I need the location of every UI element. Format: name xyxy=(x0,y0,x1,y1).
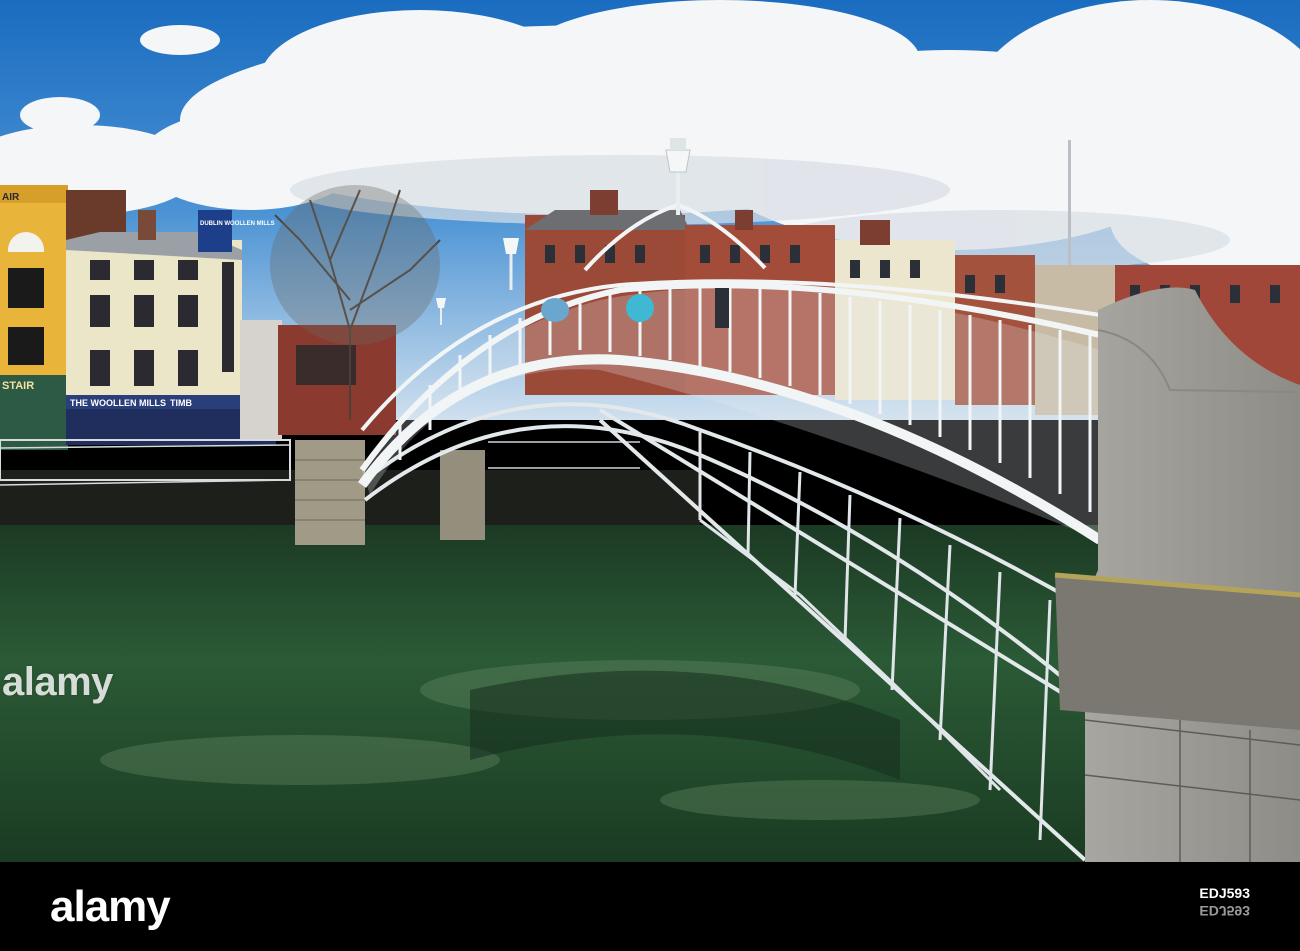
photo-stage: STAIR AIR THE WOOLLEN MILLS TIMB DUBLIN … xyxy=(0,0,1300,951)
spire xyxy=(1068,140,1071,280)
stock-footer: alamy EDJ593 EDJ593 xyxy=(0,862,1300,951)
woollen-mills-fascia: THE WOOLLEN MILLS xyxy=(70,398,166,408)
grey-building xyxy=(240,320,282,440)
footer-image-id: EDJ593 EDJ593 xyxy=(1199,884,1250,920)
hapenny-bridge-photo: STAIR AIR THE WOOLLEN MILLS TIMB DUBLIN … xyxy=(0,0,1300,862)
image-id-mirror: EDJ593 xyxy=(1199,903,1250,919)
shop-top-sign: AIR xyxy=(2,192,20,203)
watermark-mid: alamy xyxy=(2,660,113,704)
rooftop-sign: DUBLIN WOOLLEN MILLS xyxy=(200,221,275,227)
quay-railing-mid xyxy=(488,441,640,469)
yellow-building: STAIR AIR xyxy=(0,185,68,450)
tree-crown xyxy=(270,185,440,345)
image-id: EDJ593 xyxy=(1199,885,1250,901)
woollen-mills-fascia-2: TIMB xyxy=(170,398,192,408)
shop-sign: STAIR xyxy=(2,380,34,392)
footer-logo: alamy xyxy=(50,882,171,931)
